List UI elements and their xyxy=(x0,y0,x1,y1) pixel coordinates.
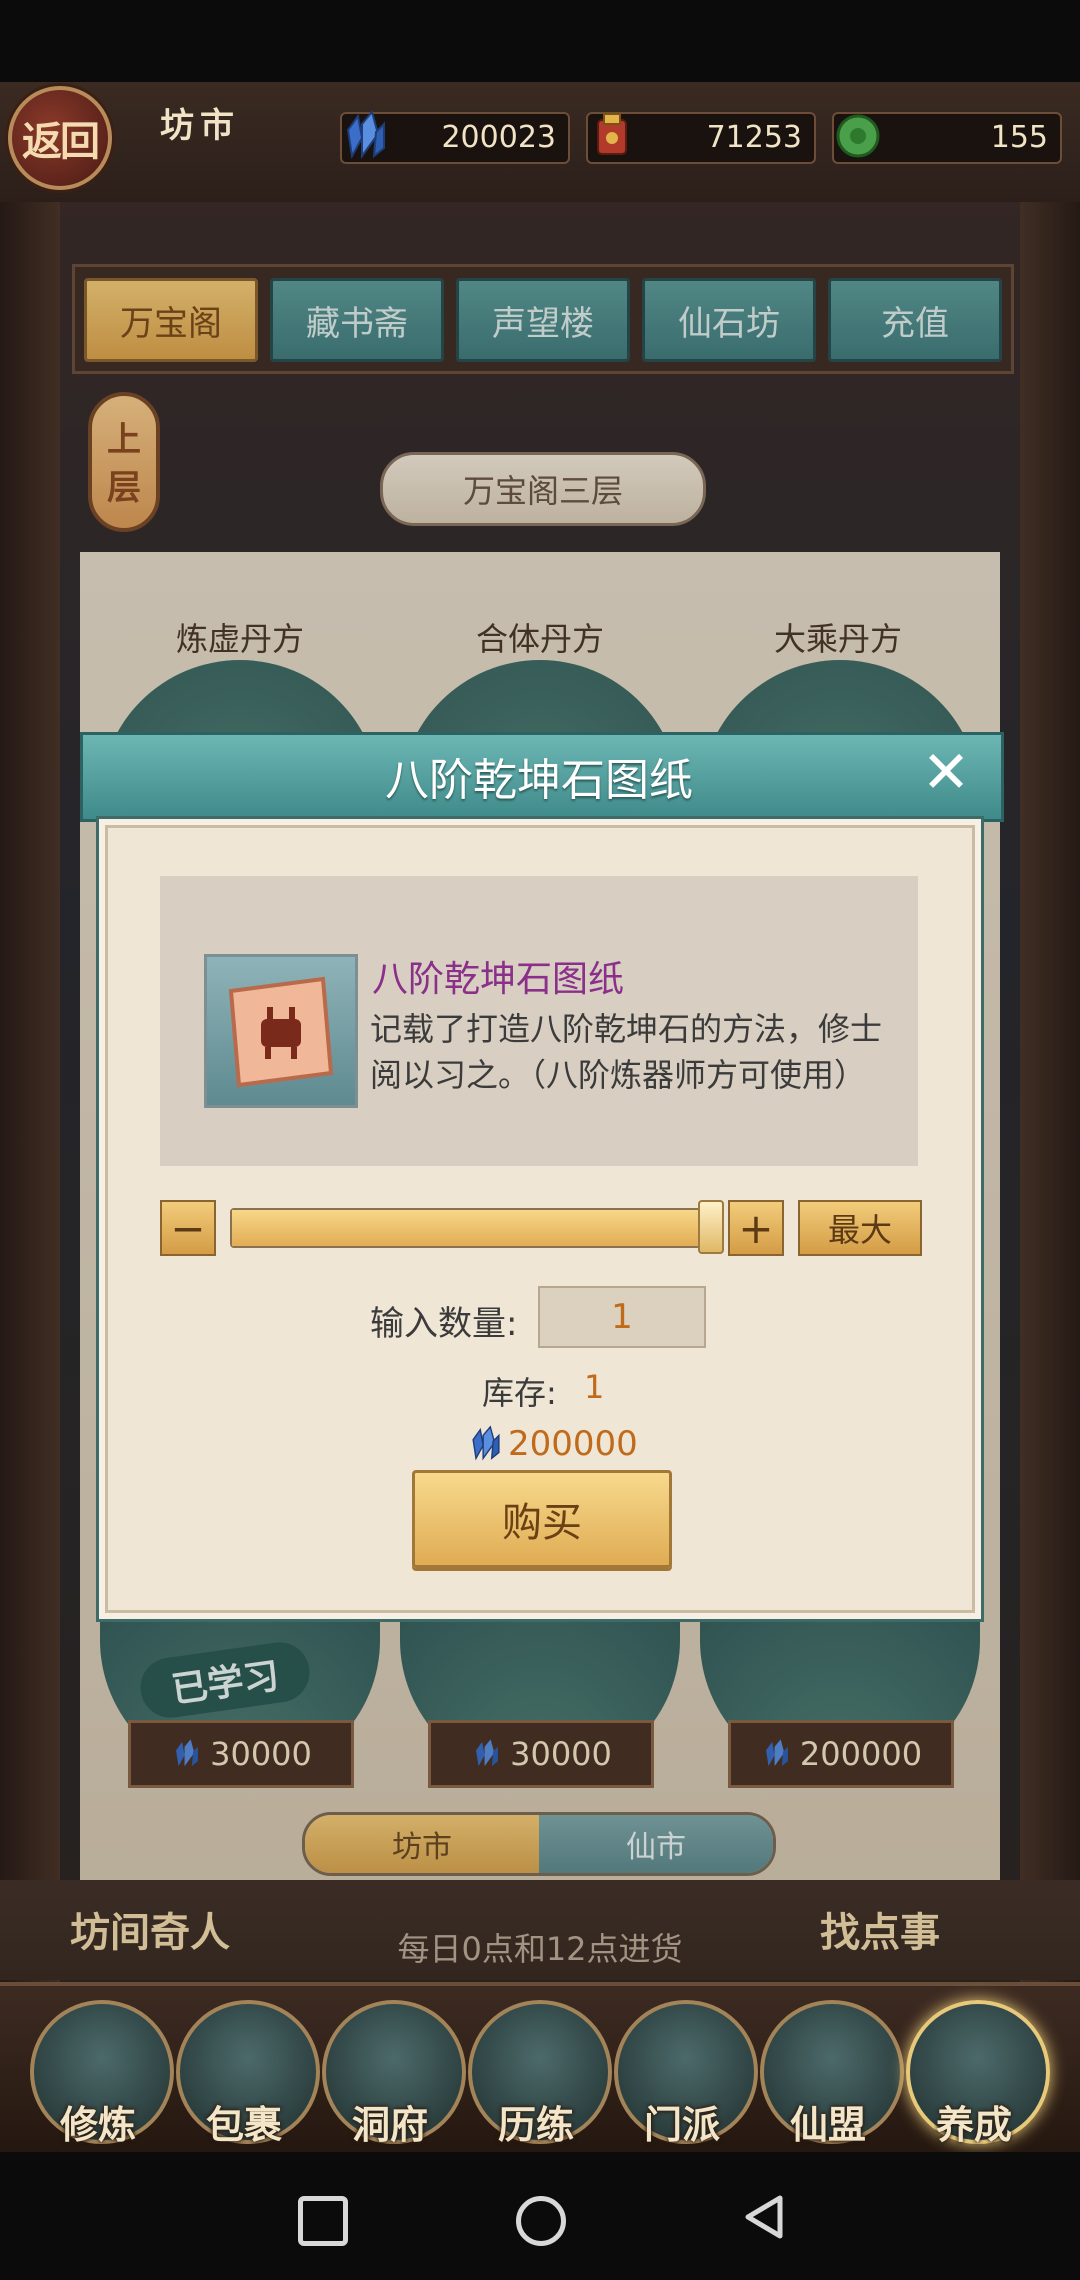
item-description: 记载了打造八阶乾坤石的方法，修士阅以习之。（八阶炼器师方可使用） xyxy=(370,1010,883,1094)
quantity-slider-handle[interactable] xyxy=(698,1200,724,1254)
max-button[interactable]: 最大 xyxy=(798,1200,922,1256)
stock-value: 1 xyxy=(584,1368,605,1406)
cost-value: 200000 xyxy=(508,1424,638,1464)
currency-value: 200023 xyxy=(441,120,556,155)
buy-button[interactable]: 购买 xyxy=(412,1470,672,1568)
recents-icon[interactable] xyxy=(298,2196,348,2246)
modal-title: 八阶乾坤石图纸 xyxy=(385,755,693,806)
jade-coin-icon xyxy=(836,114,880,158)
decrease-button[interactable]: − xyxy=(160,1200,216,1256)
spirit-crystal-icon xyxy=(472,1425,500,1461)
back-nav-icon[interactable] xyxy=(740,2192,790,2242)
nav-label: 仙盟 xyxy=(789,2103,866,2147)
item-name: 八阶乾坤石图纸 xyxy=(372,959,625,1000)
nav-label: 门派 xyxy=(643,2103,720,2147)
game-screen: 返回 坊市 200023 71253 155 万宝阁 藏书斋 声望楼 仙石坊 充… xyxy=(0,0,1080,2280)
stock-label: 库存: xyxy=(482,1374,557,1412)
quantity-slider-fill xyxy=(232,1210,710,1246)
currency-value: 155 xyxy=(990,120,1048,155)
close-icon[interactable]: ✕ xyxy=(914,740,978,804)
currency-value: 71253 xyxy=(706,120,802,155)
nav-label: 修炼 xyxy=(59,2103,136,2147)
nav-label: 包裹 xyxy=(205,2103,282,2147)
nav-label: 历练 xyxy=(497,2103,574,2147)
status-bar xyxy=(0,0,1080,82)
nav-label: 养成 xyxy=(935,2103,1012,2147)
currency-spirit-crystal: 200023 xyxy=(340,109,570,164)
home-icon[interactable] xyxy=(516,2196,566,2246)
spirit-crystal-icon xyxy=(346,109,385,160)
page-title: 坊市 xyxy=(160,106,240,146)
nav-label: 洞府 xyxy=(351,2103,428,2147)
back-button[interactable]: 返回 xyxy=(8,86,112,190)
currency-jade: 155 xyxy=(832,112,1062,164)
increase-button[interactable]: + xyxy=(728,1200,784,1256)
quantity-input[interactable] xyxy=(538,1286,706,1348)
treasure-pouch-icon xyxy=(597,113,627,155)
currency-treasure: 71253 xyxy=(586,112,816,164)
blueprint-scroll-icon xyxy=(204,954,358,1108)
quantity-label: 输入数量: xyxy=(370,1304,518,1344)
